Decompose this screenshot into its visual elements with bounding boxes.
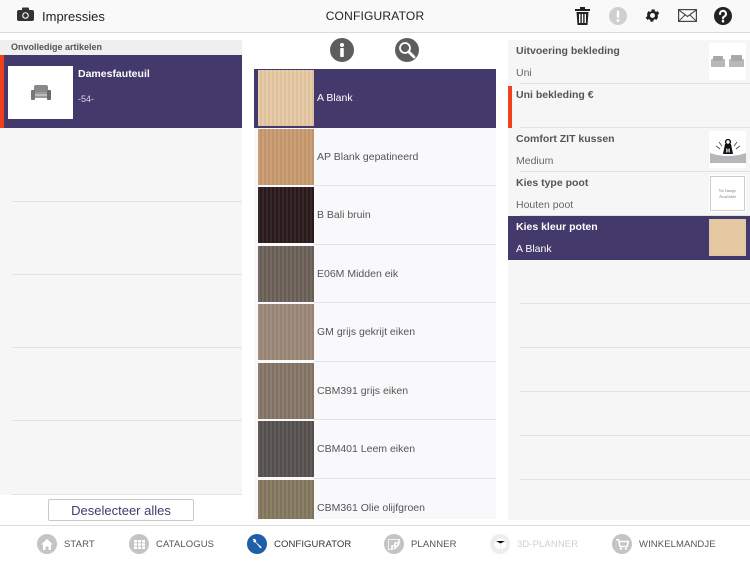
option-toolbar <box>250 38 500 66</box>
nav-item-catalogus[interactable]: CATALOGUS <box>129 534 214 554</box>
nav-item-3d-planner: 3D-PLANNER <box>490 534 578 554</box>
incomplete-marker <box>0 55 4 128</box>
weight-cushion-thumbnail: M <box>709 131 746 168</box>
deselect-all-button[interactable]: Deselecteer alles <box>48 499 194 521</box>
svg-text:M: M <box>725 148 729 154</box>
trash-icon[interactable] <box>573 6 592 25</box>
nav-item-label: 3D-PLANNER <box>517 538 579 550</box>
property-value: Houten poot <box>516 199 574 211</box>
wood-swatch <box>258 362 314 419</box>
alert-icon[interactable] <box>608 6 627 25</box>
list-divider <box>520 479 750 480</box>
impressies-button[interactable]: Impressies <box>17 7 105 26</box>
color-option-list[interactable]: A Blank AP Blank gepatineerd B Bali bruin E… <box>254 69 496 519</box>
wood-swatch <box>258 479 314 519</box>
list-divider <box>12 347 242 348</box>
color-option-item[interactable]: B Bali bruin <box>254 186 496 245</box>
property-value: Medium <box>516 155 554 167</box>
swatch-thumbnail <box>709 219 746 256</box>
nav-item-label: CATALOGUS <box>156 538 215 550</box>
color-option-item[interactable]: A Blank <box>254 69 496 128</box>
property-row[interactable]: Uni bekleding € <box>508 84 750 128</box>
nav-item-winkelmandje[interactable]: WINKELMANDJE <box>612 534 716 554</box>
color-option-item[interactable]: CBM401 Leem eiken <box>254 420 496 479</box>
top-bar: Impressies CONFIGURATOR <box>0 0 750 33</box>
bottom-navigation: START CATALOGUS CONFIGURATOR PLANNER 3D-PLAN… <box>0 525 750 562</box>
property-value: A Blank <box>516 243 552 255</box>
property-row[interactable]: Kies kleur poten A Blank <box>508 216 750 260</box>
list-divider <box>520 303 750 304</box>
nav-item-configurator[interactable]: CONFIGURATOR <box>247 534 351 554</box>
wood-swatch <box>258 187 314 243</box>
incomplete-marker <box>508 86 512 128</box>
cube-icon <box>490 534 510 554</box>
property-title: Uitvoering bekleding <box>516 45 620 57</box>
list-divider <box>520 391 750 392</box>
color-option-item[interactable]: AP Blank gepatineerd <box>254 128 496 186</box>
color-option-label: GM grijs gekrijt eiken <box>317 326 416 338</box>
property-title: Kies type poot <box>516 177 589 189</box>
sofa-thumbnail <box>709 43 746 80</box>
wood-swatch <box>258 421 314 477</box>
wood-swatch <box>258 304 314 360</box>
nav-item-label: CONFIGURATOR <box>274 538 352 550</box>
section-header: Onvolledige artikelen <box>0 40 242 55</box>
no-image-thumbnail: No Image Available <box>709 175 746 212</box>
color-option-label: A Blank <box>317 92 353 104</box>
article-name: Damesfauteuil <box>78 68 150 80</box>
impressies-label: Impressies <box>42 9 105 24</box>
mail-icon[interactable] <box>678 6 697 25</box>
article-item[interactable]: Damesfauteuil -54- <box>0 55 242 128</box>
color-option-item[interactable]: CBM391 grijs eiken <box>254 362 496 420</box>
color-option-item[interactable]: GM grijs gekrijt eiken <box>254 303 496 362</box>
wood-swatch <box>258 70 314 126</box>
home-icon <box>37 534 57 554</box>
property-title: Uni bekleding € <box>516 89 594 101</box>
wrench-icon <box>247 534 267 554</box>
list-divider <box>520 347 750 348</box>
color-option-item[interactable]: CBM361 Olie olijfgroen <box>254 479 496 519</box>
planner-icon <box>384 534 404 554</box>
nav-item-label: PLANNER <box>411 538 457 550</box>
help-icon[interactable] <box>713 6 732 25</box>
color-option-label: CBM391 grijs eiken <box>317 384 409 397</box>
nav-item-label: START <box>64 538 95 550</box>
wood-swatch <box>258 245 314 302</box>
camera-icon <box>17 7 34 26</box>
property-row[interactable]: Uitvoering bekleding Uni <box>508 40 750 84</box>
article-thumbnail <box>8 66 73 119</box>
list-divider <box>520 435 750 436</box>
cart-icon <box>612 534 632 554</box>
gear-icon[interactable] <box>643 6 662 25</box>
search-icon[interactable] <box>395 38 419 62</box>
nav-item-label: WINKELMANDJE <box>639 538 716 550</box>
no-image-text: No Image Available <box>710 176 745 211</box>
wood-swatch <box>258 128 314 185</box>
incomplete-articles-panel: Onvolledige artikelen Damesfauteuil -54- <box>0 40 242 495</box>
property-row[interactable]: Kies type poot Houten poot No Image Availa… <box>508 172 750 216</box>
nav-item-start[interactable]: START <box>37 534 95 554</box>
info-icon[interactable] <box>330 38 354 62</box>
article-code: -54- <box>78 94 95 104</box>
selected-swatch <box>709 219 746 256</box>
armchair-icon <box>30 84 51 100</box>
color-option-label: E06M Midden eik <box>317 267 399 280</box>
property-title: Kies kleur poten <box>516 221 598 233</box>
list-divider <box>12 274 242 275</box>
nav-item-planner[interactable]: PLANNER <box>384 534 457 554</box>
property-row[interactable]: Comfort ZIT kussen Medium M <box>508 128 750 172</box>
list-divider <box>12 201 242 202</box>
list-divider <box>12 494 242 495</box>
property-value: Uni <box>516 67 532 79</box>
configuration-properties-panel: Uitvoering bekleding Uni Uni bekleding € Co… <box>508 40 750 520</box>
color-option-item[interactable]: E06M Midden eik <box>254 245 496 303</box>
color-option-label: B Bali bruin <box>317 209 371 221</box>
color-option-label: CBM401 Leem eiken <box>317 443 416 455</box>
color-option-label: CBM361 Olie olijfgroen <box>317 501 425 514</box>
list-divider <box>12 420 242 421</box>
grid-icon <box>129 534 149 554</box>
color-option-label: AP Blank gepatineerd <box>317 150 419 163</box>
property-title: Comfort ZIT kussen <box>516 133 615 145</box>
